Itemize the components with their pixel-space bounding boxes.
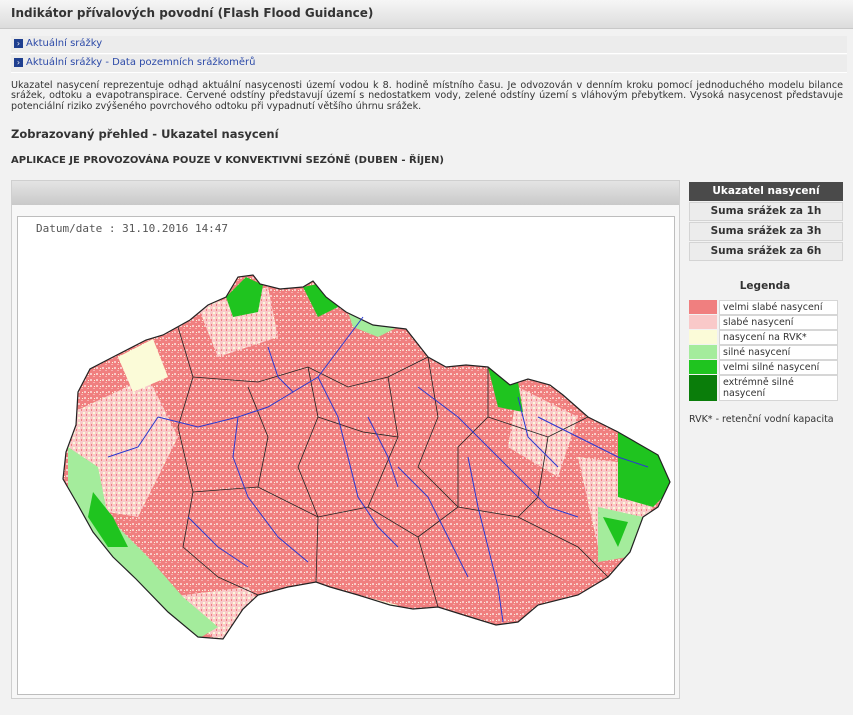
legend-item-weak: slabé nasycení (689, 315, 841, 330)
button-precip-sum-6h[interactable]: Suma srážek za 6h (689, 242, 843, 261)
chevron-right-icon: › (14, 58, 23, 67)
legend-item-extreme: extrémně silné nasycení (689, 375, 841, 402)
link-row-rain-gauges[interactable]: › Aktuální srážky - Data pozemních srážk… (11, 55, 847, 73)
legend-swatch (689, 315, 717, 329)
map-panel: Datum/date : 31.10.2016 14:47 (11, 180, 680, 699)
saturation-map: Datum/date : 31.10.2016 14:47 (36, 222, 671, 640)
legend-swatch (689, 360, 717, 374)
legend-label: slabé nasycení (719, 315, 838, 330)
overview-heading: Zobrazovaný přehled - Ukazatel nasycení (11, 127, 279, 141)
link-row-current-precip[interactable]: › Aktuální srážky (11, 36, 847, 54)
legend-label: nasycení na RVK* (719, 330, 838, 345)
description-text: Ukazatel nasycení reprezentuje odhad akt… (11, 80, 843, 112)
legend-label: extrémně silné nasycení (719, 375, 838, 401)
legend-footnote: RVK* - retenční vodní kapacita (689, 414, 834, 425)
button-saturation-index[interactable]: Ukazatel nasycení (689, 182, 843, 201)
map-panel-header (12, 181, 679, 205)
legend-swatch (689, 375, 717, 401)
link-current-precipitation[interactable]: Aktuální srážky (26, 38, 102, 49)
legend-label: silné nasycení (719, 345, 838, 360)
button-precip-sum-3h[interactable]: Suma srážek za 3h (689, 222, 843, 241)
legend-swatch (689, 330, 717, 344)
title-bar: Indikátor přívalových povodní (Flash Flo… (0, 0, 853, 29)
legend-swatch (689, 300, 717, 314)
legend-label: velmi silné nasycení (719, 360, 838, 375)
legend-title: Legenda (739, 280, 791, 292)
season-note: APLIKACE JE PROVOZOVÁNA POUZE V KONVEKTI… (11, 155, 444, 166)
map-frame: Datum/date : 31.10.2016 14:47 (17, 216, 675, 695)
page-title: Indikátor přívalových povodní (Flash Flo… (11, 6, 374, 20)
link-rain-gauge-data[interactable]: Aktuální srážky - Data pozemních srážkom… (26, 57, 256, 68)
legend-label: velmi slabé nasycení (719, 300, 838, 315)
legend-swatch (689, 345, 717, 359)
button-precip-sum-1h[interactable]: Suma srážek za 1h (689, 202, 843, 221)
map-date-label: Datum/date : 31.10.2016 14:47 (36, 222, 228, 235)
legend-item-rvk: nasycení na RVK* (689, 330, 841, 345)
legend-item-very-weak: velmi slabé nasycení (689, 300, 841, 315)
chevron-right-icon: › (14, 39, 23, 48)
legend-item-strong: silné nasycení (689, 345, 841, 360)
legend-item-very-strong: velmi silné nasycení (689, 360, 841, 375)
